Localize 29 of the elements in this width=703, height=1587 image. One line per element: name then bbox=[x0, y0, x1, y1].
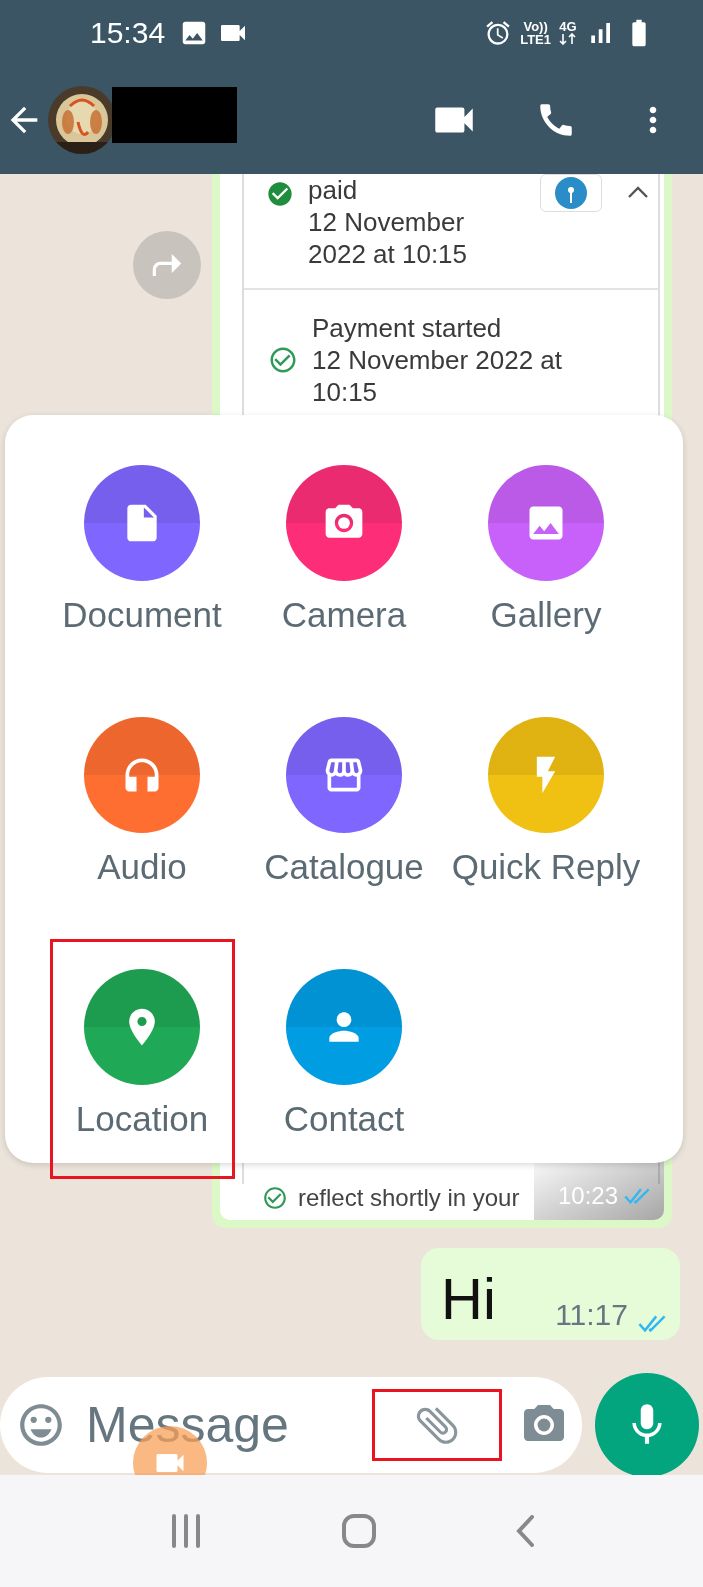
payment-status: paid bbox=[308, 174, 359, 206]
attachment-option[interactable]: Gallery bbox=[445, 435, 647, 675]
message-field[interactable]: Message bbox=[66, 1396, 372, 1454]
attach-button[interactable] bbox=[372, 1389, 502, 1461]
message-time: 10:23 bbox=[557, 1182, 618, 1210]
attachment-option[interactable]: Camera bbox=[243, 435, 445, 675]
attachment-option[interactable]: Contact bbox=[243, 939, 445, 1179]
payment-date: 12 November 2022 at 10:15 bbox=[312, 344, 564, 408]
attachment-option[interactable]: Audio bbox=[41, 687, 243, 927]
message-bar[interactable]: Message bbox=[0, 1377, 582, 1473]
lte-label: LTE1 bbox=[520, 32, 551, 46]
home-button[interactable] bbox=[340, 1513, 377, 1549]
payment-date: 12 November 2022 at 10:15 bbox=[308, 206, 469, 270]
collapse-icon bbox=[628, 186, 648, 198]
payment-status: Payment started bbox=[312, 312, 503, 344]
message-text: Hi bbox=[441, 1266, 496, 1332]
volte-label: Vo)) bbox=[523, 19, 548, 33]
payment-note: reflect shortly in your bbox=[298, 1184, 520, 1212]
attachment-option[interactable]: Location bbox=[49, 939, 235, 1179]
back-nav-button[interactable] bbox=[515, 1515, 534, 1547]
attachment-option[interactable]: Document bbox=[41, 435, 243, 675]
message-time: 11:17 bbox=[555, 1298, 628, 1332]
clock-time: 15:34 bbox=[90, 15, 166, 50]
recent-apps-button[interactable] bbox=[169, 1514, 202, 1548]
network-label: 4G bbox=[559, 20, 577, 33]
chevron-left-icon bbox=[515, 1515, 534, 1547]
data-arrows-icon bbox=[559, 33, 577, 45]
attachment-option[interactable]: Catalogue bbox=[243, 687, 445, 927]
attachment-option[interactable]: Quick Reply bbox=[445, 687, 647, 927]
